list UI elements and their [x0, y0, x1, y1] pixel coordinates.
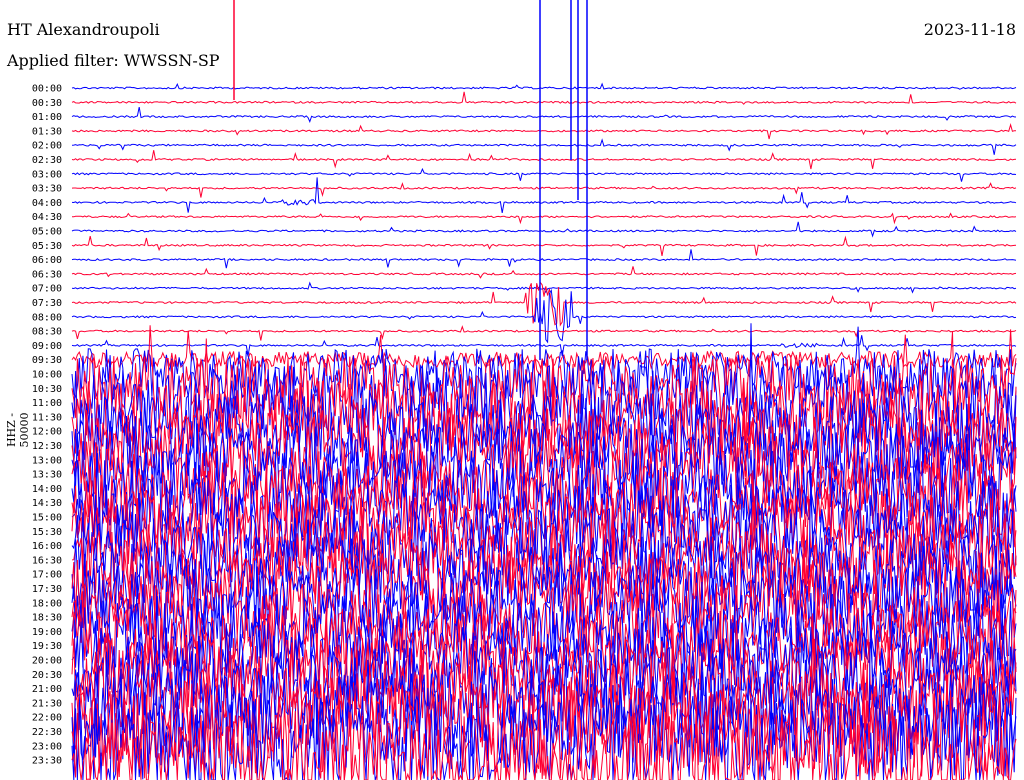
- time-tick-0300: 03:00: [32, 169, 62, 180]
- time-tick-0230: 02:30: [32, 155, 62, 166]
- time-tick-1230: 12:30: [32, 441, 62, 452]
- time-tick-0700: 07:00: [32, 284, 62, 295]
- time-tick-2030: 20:30: [32, 670, 62, 681]
- time-tick-1100: 11:00: [32, 398, 62, 409]
- time-tick-0730: 07:30: [32, 298, 62, 309]
- trace-row-0630: [71, 266, 1017, 279]
- time-tick-1200: 12:00: [32, 427, 62, 438]
- trace-row-0330: [71, 182, 1017, 198]
- time-tick-1830: 18:30: [32, 613, 62, 624]
- time-tick-0030: 00:30: [32, 98, 62, 109]
- trace-row-0300: [71, 167, 1017, 182]
- time-tick-2130: 21:30: [32, 698, 62, 709]
- time-tick-0000: 00:00: [32, 84, 62, 95]
- time-tick-0530: 05:30: [32, 241, 62, 252]
- trace-row-0030: [71, 91, 1017, 105]
- time-tick-labels: 00:00 00:30 01:00 01:30 02:00 02:30 03:00 03:30…: [32, 84, 62, 767]
- time-tick-0800: 08:00: [32, 312, 62, 323]
- trace-row-0700: [71, 281, 1017, 294]
- trace-row-0430: [71, 212, 1017, 225]
- time-tick-0630: 06:30: [32, 269, 62, 280]
- time-tick-1400: 14:00: [32, 484, 62, 495]
- time-tick-1900: 19:00: [32, 627, 62, 638]
- time-tick-1500: 15:00: [32, 513, 62, 524]
- time-tick-1530: 15:30: [32, 527, 62, 538]
- trace-row-0000: [71, 82, 1017, 90]
- time-tick-0100: 01:00: [32, 112, 62, 123]
- time-tick-2230: 22:30: [32, 727, 62, 738]
- trace-group: [71, 0, 1017, 780]
- time-tick-1730: 17:30: [32, 584, 62, 595]
- trace-row-0400: [71, 177, 1017, 213]
- time-tick-0930: 09:30: [32, 355, 62, 366]
- trace-row-0200: [71, 138, 1017, 155]
- trace-row-0500: [71, 221, 1017, 238]
- time-tick-0830: 08:30: [32, 327, 62, 338]
- trace-row-0800: [71, 288, 1017, 344]
- time-tick-0500: 05:00: [32, 227, 62, 238]
- trace-row-0230: [71, 150, 1017, 170]
- time-tick-2200: 22:00: [32, 713, 62, 724]
- trace-row-0600: [71, 249, 1017, 269]
- time-tick-1030: 10:30: [32, 384, 62, 395]
- time-tick-0200: 02:00: [32, 141, 62, 152]
- helicorder-plot: 00:00 00:30 01:00 01:30 02:00 02:30 03:00 03:30…: [32, 0, 1017, 780]
- time-tick-1000: 10:00: [32, 370, 62, 381]
- time-tick-1700: 17:00: [32, 570, 62, 581]
- time-tick-0430: 04:30: [32, 212, 62, 223]
- time-tick-1300: 13:00: [32, 455, 62, 466]
- trace-row-0100: [71, 107, 1017, 123]
- trace-row-0530: [71, 235, 1017, 256]
- time-tick-1800: 18:00: [32, 598, 62, 609]
- time-tick-1430: 14:30: [32, 498, 62, 509]
- trace-row-0130: [71, 122, 1017, 140]
- time-tick-2330: 23:30: [32, 756, 62, 767]
- time-tick-0600: 06:00: [32, 255, 62, 266]
- time-tick-1130: 11:30: [32, 412, 62, 423]
- trace-row-0830: [71, 325, 1017, 341]
- time-tick-0330: 03:30: [32, 184, 62, 195]
- time-tick-2100: 21:00: [32, 684, 62, 695]
- time-tick-1330: 13:30: [32, 470, 62, 481]
- time-tick-1630: 16:30: [32, 555, 62, 566]
- time-tick-0130: 01:30: [32, 126, 62, 137]
- time-tick-2300: 23:00: [32, 741, 62, 752]
- time-tick-2000: 20:00: [32, 656, 62, 667]
- time-tick-0900: 09:00: [32, 341, 62, 352]
- time-tick-1600: 16:00: [32, 541, 62, 552]
- time-tick-1930: 19:30: [32, 641, 62, 652]
- time-tick-0400: 04:00: [32, 198, 62, 209]
